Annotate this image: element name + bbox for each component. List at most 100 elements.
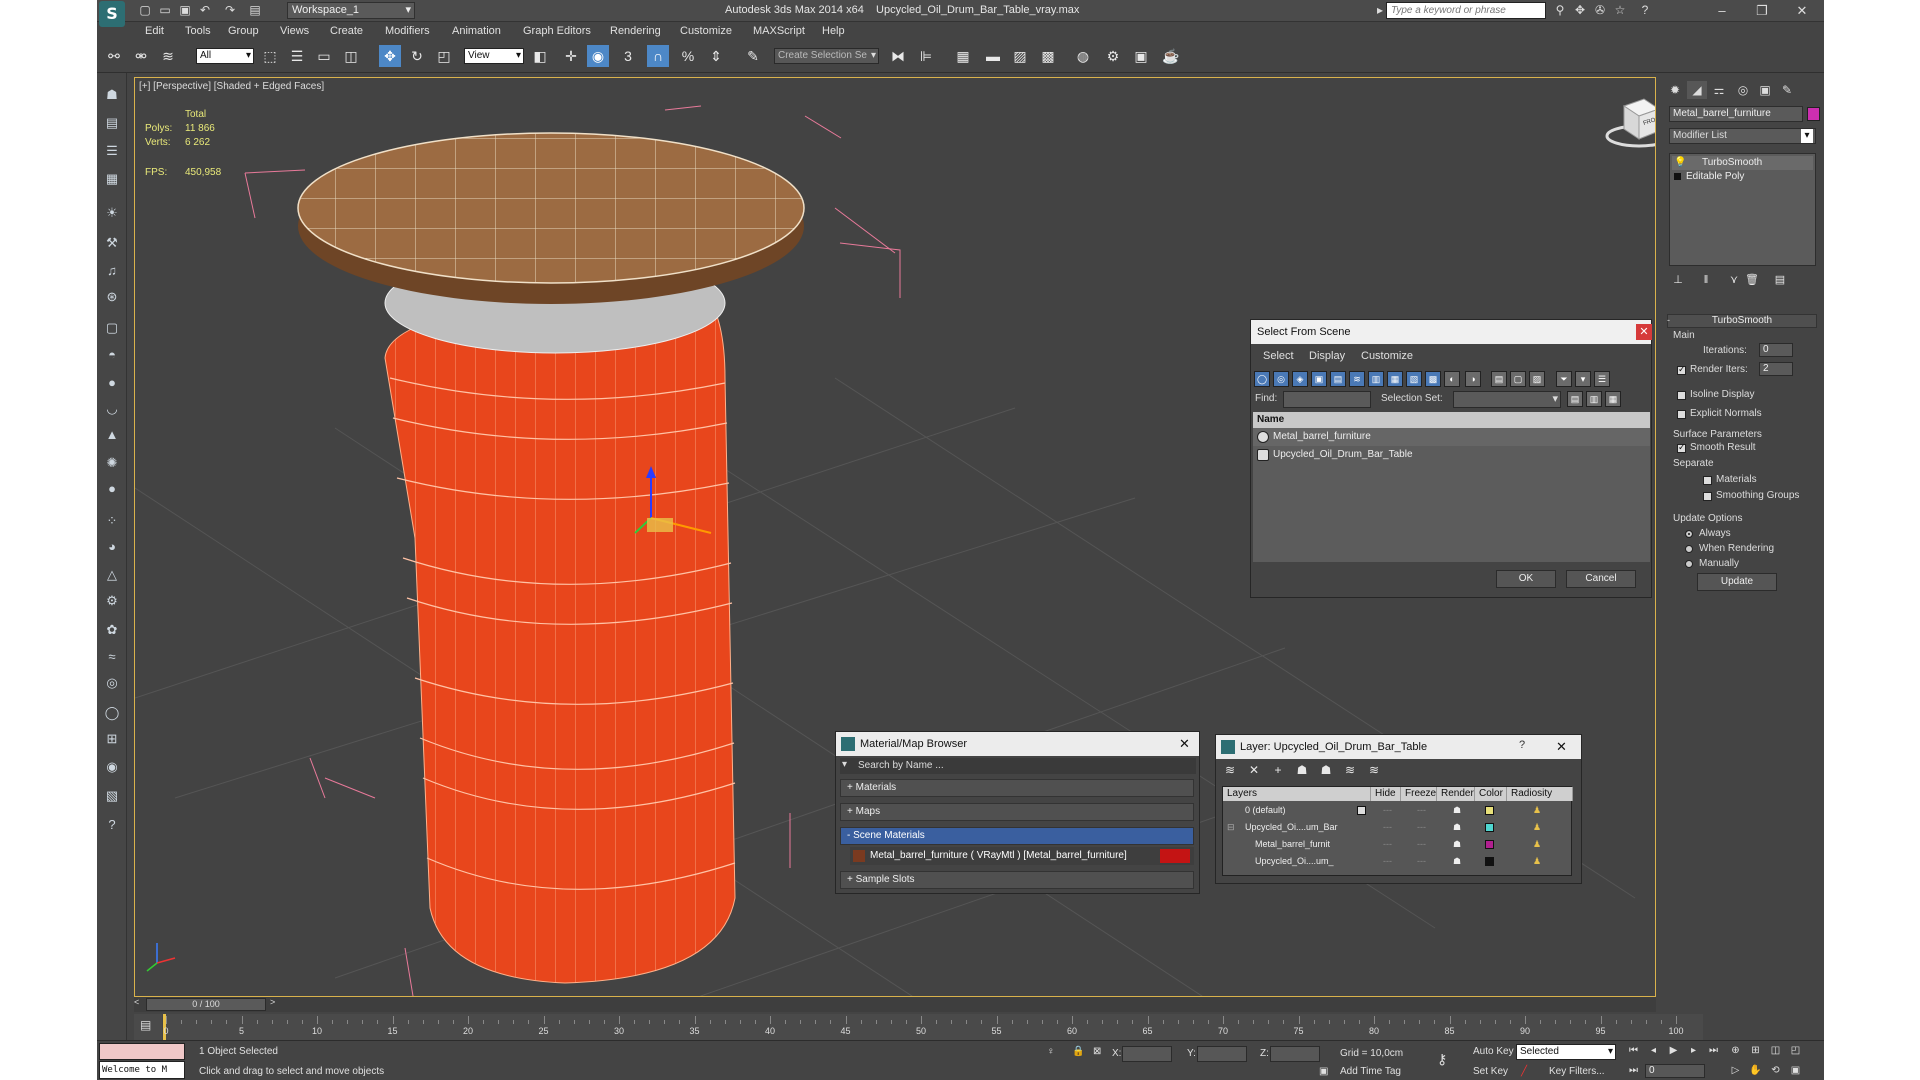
show-end-result-icon[interactable]: ‖ bbox=[1697, 272, 1715, 288]
freeze-toggle[interactable]: --- bbox=[1417, 802, 1426, 819]
layer-manager-icon[interactable]: ▦ bbox=[952, 45, 974, 67]
scene-materials-section[interactable]: - Scene Materials bbox=[840, 827, 1194, 845]
create-tab-icon[interactable]: ✹ bbox=[1665, 81, 1685, 99]
table-row[interactable]: Metal_barrel_furnit --- --- ☗ ♟ bbox=[1223, 836, 1573, 853]
sphere-gold-icon[interactable]: ● bbox=[102, 479, 122, 499]
menu-group[interactable]: Group bbox=[228, 25, 259, 37]
find-input[interactable] bbox=[1283, 391, 1371, 408]
snaps-toggle-icon[interactable]: 3 bbox=[617, 45, 639, 67]
layer-color-swatch[interactable] bbox=[1485, 840, 1494, 849]
stack-item-turbosmooth[interactable]: 💡 TurboSmooth bbox=[1672, 156, 1813, 170]
hide-toggle[interactable]: --- bbox=[1383, 819, 1392, 836]
menu-views[interactable]: Views bbox=[280, 25, 309, 37]
go-to-end-icon[interactable]: ⏭ bbox=[1705, 1043, 1722, 1059]
update-manually-radio[interactable] bbox=[1685, 560, 1693, 568]
menu-graph-editors[interactable]: Graph Editors bbox=[523, 25, 591, 37]
freeze-column-header[interactable]: Freeze bbox=[1401, 787, 1437, 801]
menu-customize[interactable]: Customize bbox=[680, 25, 732, 37]
name-column-header[interactable]: Name bbox=[1253, 412, 1650, 428]
render-setup-icon[interactable]: ⚙ bbox=[1102, 45, 1124, 67]
iterations-spinner[interactable]: 0 bbox=[1759, 343, 1793, 357]
maximize-viewport-icon[interactable]: ▣ bbox=[1787, 1063, 1804, 1079]
save-file-icon[interactable]: ▣ bbox=[177, 3, 193, 18]
configure-sets-icon[interactable]: ▤ bbox=[1771, 272, 1789, 288]
color-column-header[interactable]: Color bbox=[1475, 787, 1507, 801]
schematic-view-icon[interactable]: ▩ bbox=[1037, 45, 1059, 67]
gear-icon[interactable]: ⚙ bbox=[102, 591, 122, 611]
cloth-icon[interactable]: ◎ bbox=[102, 673, 122, 693]
explicit-normals-checkbox[interactable] bbox=[1677, 410, 1686, 419]
favorites-icon[interactable]: ☆ bbox=[1612, 3, 1628, 18]
freeze-toggle[interactable]: --- bbox=[1417, 836, 1426, 853]
table-row[interactable]: Upcycled_Oi....um_ --- --- ☗ ♟ bbox=[1223, 853, 1573, 870]
display-helpers-icon[interactable]: ▤ bbox=[1330, 371, 1346, 387]
select-objects-icon[interactable]: ☗ bbox=[1292, 761, 1312, 779]
separate-smoothing-groups-checkbox[interactable] bbox=[1703, 492, 1712, 501]
filter-options-icon[interactable]: ▾ bbox=[1575, 371, 1591, 387]
keyboard-shortcut-override-icon[interactable]: ◉ bbox=[587, 45, 609, 67]
display-containers-icon[interactable]: ▩ bbox=[1425, 371, 1441, 387]
pan-icon[interactable]: ✋ bbox=[1747, 1063, 1764, 1079]
display-tab-icon[interactable]: ▣ bbox=[1755, 81, 1775, 99]
display-geometry-icon[interactable]: ◯ bbox=[1254, 371, 1270, 387]
list-item[interactable]: Upcycled_Oil_Drum_Bar_Table bbox=[1253, 446, 1650, 464]
curve-editor-icon[interactable]: ▨ bbox=[1009, 45, 1031, 67]
utilities-tab-icon[interactable]: ✎ bbox=[1777, 81, 1797, 99]
freeze-toggle[interactable]: --- bbox=[1417, 853, 1426, 870]
sfs-menu-select[interactable]: Select bbox=[1263, 350, 1294, 362]
lock-selection-icon[interactable]: 🔒 bbox=[1072, 1046, 1084, 1057]
go-to-start-icon[interactable]: ⏮ bbox=[1625, 1043, 1642, 1059]
key-mode-icon[interactable]: ╱ bbox=[1521, 1066, 1527, 1077]
separate-materials-checkbox[interactable] bbox=[1703, 476, 1712, 485]
radiosity-icon[interactable]: ♟ bbox=[1533, 853, 1541, 870]
y-coordinate-field[interactable] bbox=[1197, 1046, 1247, 1062]
render-teapot-icon[interactable]: ☗ bbox=[1453, 802, 1461, 819]
material-ball-icon[interactable]: ◕ bbox=[102, 537, 122, 557]
orbit-icon[interactable]: ⟲ bbox=[1767, 1063, 1784, 1079]
next-frame-icon[interactable]: ▸ bbox=[1685, 1043, 1702, 1059]
render-teapot-icon[interactable]: ☗ bbox=[1453, 819, 1461, 836]
object-color-swatch[interactable] bbox=[1807, 107, 1820, 121]
key-icon[interactable]: ⚷ bbox=[1437, 1051, 1447, 1068]
remove-modifier-icon[interactable]: 🗑 bbox=[1743, 272, 1761, 288]
render-iters-checkbox[interactable] bbox=[1677, 364, 1686, 375]
grid-icon[interactable]: ▦ bbox=[102, 169, 122, 189]
table-row[interactable]: ⊟ Upcycled_Oi....um_Bar --- --- ☗ ♟ bbox=[1223, 819, 1573, 836]
tools-icon[interactable]: ✥ bbox=[1572, 3, 1588, 18]
maxscript-output[interactable]: Welcome to M bbox=[99, 1061, 185, 1079]
perspective-viewport[interactable]: [+] [Perspective] [Shaded + Edged Faces]… bbox=[134, 77, 1656, 997]
viewcube[interactable]: FRONT bbox=[1599, 91, 1655, 151]
auto-key-button[interactable]: Auto Key bbox=[1473, 1046, 1514, 1057]
mini-curve-editor-icon[interactable]: ▤ bbox=[140, 1018, 151, 1032]
menu-edit[interactable]: Edit bbox=[145, 25, 164, 37]
helper-icon[interactable]: ⚒ bbox=[102, 233, 122, 253]
zoom-extents-all-icon[interactable]: ◰ bbox=[1787, 1043, 1804, 1059]
help-icon[interactable]: ? bbox=[1519, 739, 1525, 751]
close-icon[interactable]: ✕ bbox=[1556, 739, 1567, 755]
pin-stack-icon[interactable]: ⊥ bbox=[1669, 272, 1687, 288]
current-layer-checkbox[interactable] bbox=[1357, 806, 1366, 815]
named-selection-dropdown[interactable]: Create Selection Se ▾ bbox=[774, 48, 879, 64]
search-input[interactable]: Type a keyword or phrase bbox=[1386, 2, 1546, 19]
update-always-radio[interactable] bbox=[1685, 530, 1693, 538]
edit-named-selection-icon[interactable]: ✎ bbox=[742, 45, 764, 67]
layer-color-swatch[interactable] bbox=[1485, 857, 1494, 866]
hair-icon[interactable]: ≈ bbox=[102, 647, 122, 667]
menu-create[interactable]: Create bbox=[330, 25, 363, 37]
list-icon[interactable]: ☰ bbox=[102, 141, 122, 161]
isolate-icon[interactable]: ♀ bbox=[1047, 1046, 1055, 1057]
time-slider[interactable]: 0 / 100 bbox=[146, 998, 266, 1011]
add-time-tag-icon[interactable]: ▣ bbox=[1319, 1066, 1328, 1077]
window-crossing-icon[interactable]: ◫ bbox=[340, 45, 362, 67]
absolute-mode-icon[interactable]: ⊠ bbox=[1093, 1046, 1101, 1057]
zoom-extents-icon[interactable]: ◫ bbox=[1767, 1043, 1784, 1059]
hide-column-header[interactable]: Hide bbox=[1371, 787, 1401, 801]
chevron-down-icon[interactable]: ▾ bbox=[842, 759, 847, 770]
zoom-icon[interactable]: ⊕ bbox=[1727, 1043, 1744, 1059]
bowl-icon[interactable]: ◡ bbox=[102, 399, 122, 419]
hide-toggle[interactable]: --- bbox=[1383, 836, 1392, 853]
expand-icon[interactable] bbox=[1674, 173, 1681, 180]
menu-help[interactable]: Help bbox=[822, 25, 845, 37]
project-folder-icon[interactable]: ▤ bbox=[247, 3, 263, 18]
render-column-header[interactable]: Render bbox=[1437, 787, 1475, 801]
